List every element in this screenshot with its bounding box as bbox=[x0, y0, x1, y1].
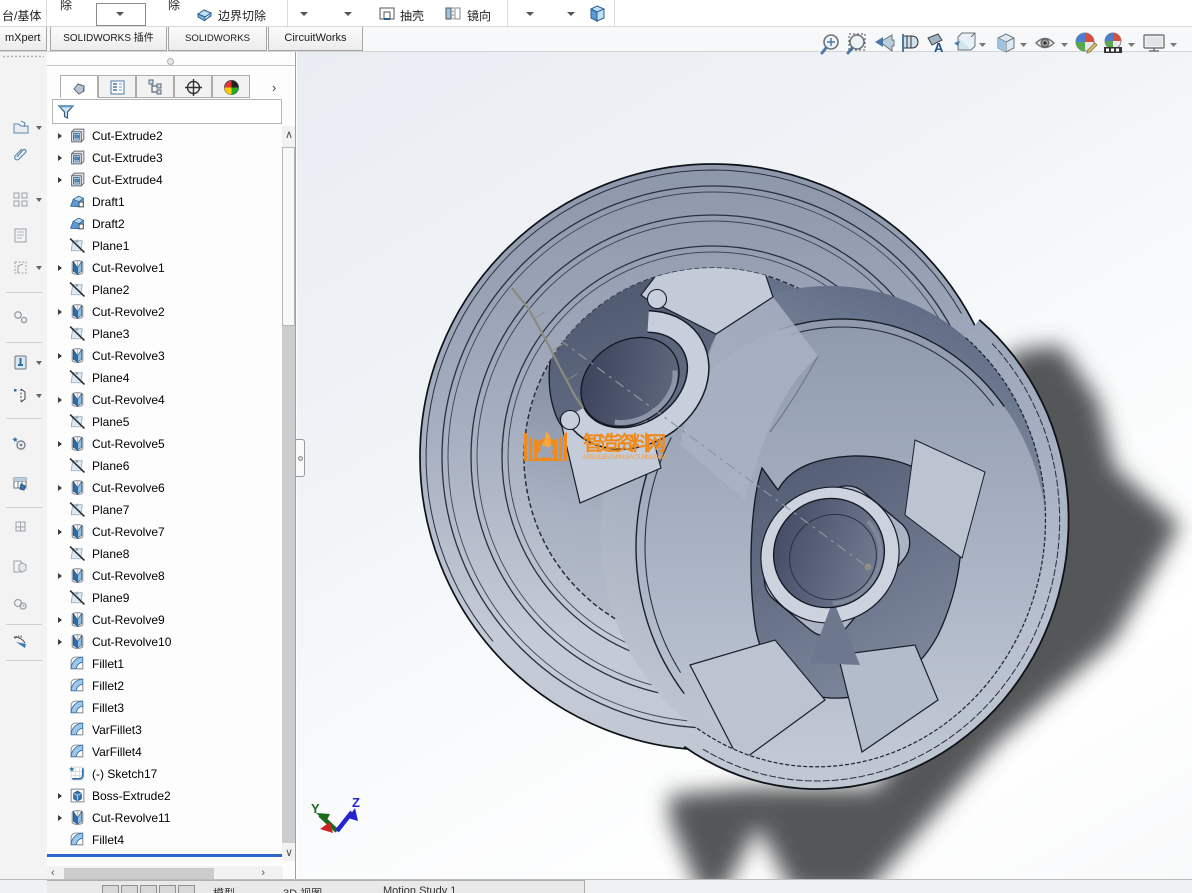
svg-text:Y: Y bbox=[311, 801, 320, 816]
svg-text:INTELLIGENT MANUFACTURING DATA: INTELLIGENT MANUFACTURING DATA bbox=[583, 454, 668, 461]
svg-text:Z: Z bbox=[352, 795, 360, 810]
svg-text:A: A bbox=[934, 40, 944, 55]
svg-text:智造资料网: 智造资料网 bbox=[583, 431, 666, 455]
